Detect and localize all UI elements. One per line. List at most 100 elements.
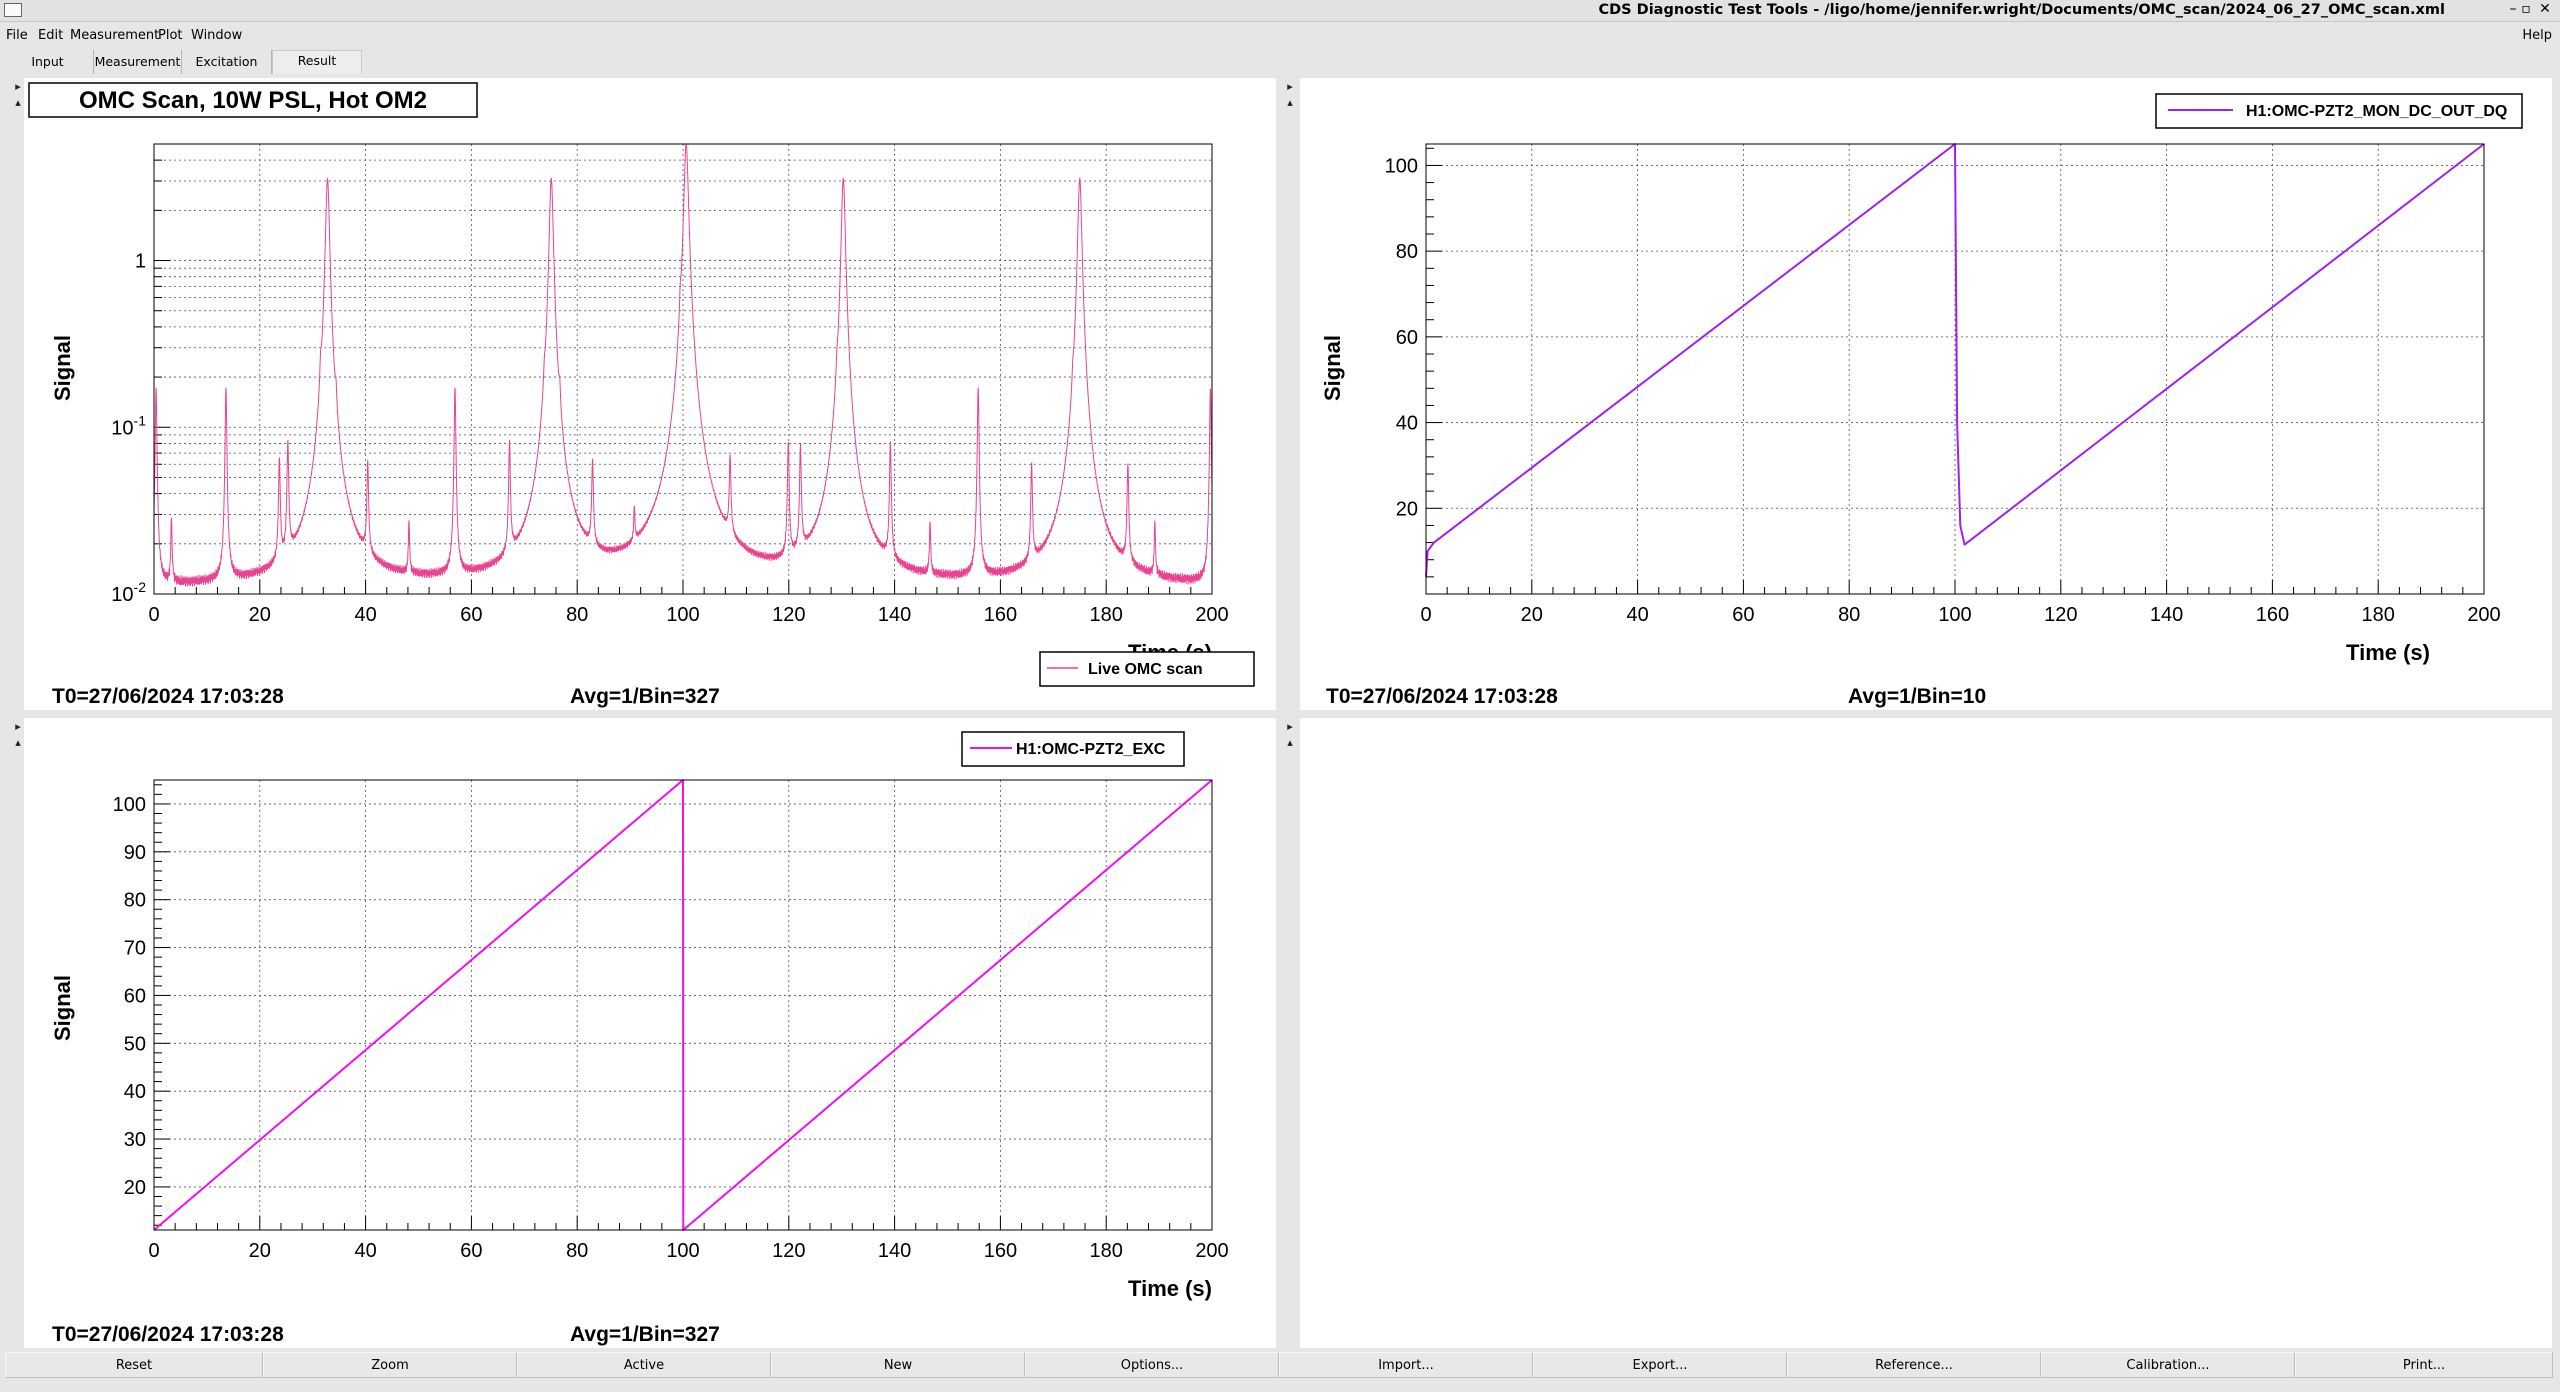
x-tick-label: 80 xyxy=(1838,604,1860,626)
new-button[interactable]: New xyxy=(771,1352,1025,1378)
legend-label: H1:OMC-PZT2_MON_DC_OUT_DQ xyxy=(2246,103,2507,120)
tab-excitation[interactable]: Excitation xyxy=(182,50,272,74)
status-bar xyxy=(0,1380,2560,1392)
y-axis-label: Signal xyxy=(1320,335,1345,401)
x-tick-label: 200 xyxy=(2467,604,2500,626)
zoom-button[interactable]: Zoom xyxy=(263,1352,517,1378)
options-button[interactable]: Options... xyxy=(1025,1352,1279,1378)
x-tick-label: 0 xyxy=(148,1240,159,1262)
x-tick-label: 60 xyxy=(460,604,482,626)
window-titlebar: CDS Diagnostic Test Tools - /ligo/home/j… xyxy=(0,0,2560,22)
menu-plot[interactable]: Plot xyxy=(158,28,183,43)
y-tick-label: 40 xyxy=(124,1081,146,1103)
x-tick-label: 60 xyxy=(1732,604,1754,626)
y-tick-label: 80 xyxy=(124,890,146,912)
y-tick-label: 90 xyxy=(124,842,146,864)
maximize-icon[interactable]: ▫ xyxy=(2518,1,2534,17)
y-tick-label: 50 xyxy=(124,1033,146,1055)
calibration-button[interactable]: Calibration... xyxy=(2041,1352,2295,1378)
x-tick-label: 120 xyxy=(2044,604,2077,626)
y-tick-label: 40 xyxy=(1396,413,1418,435)
panel-scroll-down-arrow-icon[interactable]: ▴ xyxy=(1284,736,1296,749)
x-tick-label: 180 xyxy=(1090,1240,1123,1262)
panel-scroll-up-arrow-icon[interactable]: ▸ xyxy=(1284,720,1296,733)
menu-window[interactable]: Window xyxy=(191,28,242,43)
tab-input[interactable]: Input xyxy=(2,50,94,74)
reset-button[interactable]: Reset xyxy=(5,1352,263,1378)
x-tick-label: 100 xyxy=(666,604,699,626)
y-tick-label: 100 xyxy=(1385,155,1418,177)
plot-panel-pzt2-exc[interactable]: 0 20 40 60 80 100 120 140 160 180 200 20 30 40 50 60 70 8… xyxy=(24,718,1276,1348)
pzt2-exc-chart[interactable]: 0 20 40 60 80 100 120 140 160 180 200 20 30 40 50 60 70 8… xyxy=(24,718,1276,1348)
x-tick-label: 60 xyxy=(460,1240,482,1262)
y-tick-label: 20 xyxy=(124,1177,146,1199)
y-axis-label: Signal xyxy=(50,335,75,401)
menu-help[interactable]: Help xyxy=(2522,28,2552,43)
x-tick-label: 140 xyxy=(878,1240,911,1262)
x-tick-label: 180 xyxy=(2362,604,2395,626)
x-tick-label: 140 xyxy=(878,604,911,626)
x-tick-label: 120 xyxy=(772,604,805,626)
pzt2-mon-chart[interactable]: 0 20 40 60 80 100 120 140 160 180 200 20 40 60 80 100 T… xyxy=(1300,78,2552,710)
y-tick-label: 60 xyxy=(124,985,146,1007)
window-title: CDS Diagnostic Test Tools - /ligo/home/j… xyxy=(1598,2,2445,18)
x-tick-label: 80 xyxy=(566,604,588,626)
close-icon[interactable]: ✕ xyxy=(2537,1,2553,17)
x-tick-label: 80 xyxy=(566,1240,588,1262)
avg-label: Avg=1/Bin=327 xyxy=(570,685,720,708)
y-tick-label: 60 xyxy=(1396,327,1418,349)
print-button[interactable]: Print... xyxy=(2295,1352,2553,1378)
x-axis-label: Time (s) xyxy=(2346,640,2430,665)
y-tick-label: 100 xyxy=(113,794,146,816)
x-tick-label: 40 xyxy=(1626,604,1648,626)
tab-measurement[interactable]: Measurement xyxy=(94,50,182,74)
menu-measurement[interactable]: Measurement xyxy=(70,28,159,43)
t0-label: T0=27/06/2024 17:03:28 xyxy=(52,685,284,708)
x-tick-label: 40 xyxy=(354,604,376,626)
x-tick-label: 160 xyxy=(984,604,1017,626)
tab-result[interactable]: Result xyxy=(272,50,362,74)
x-tick-label: 120 xyxy=(772,1240,805,1262)
x-tick-label: 180 xyxy=(1090,604,1123,626)
panel-scroll-up-arrow-icon[interactable]: ▸ xyxy=(1284,80,1296,93)
plot-title: OMC Scan, 10W PSL, Hot OM2 xyxy=(79,87,427,114)
x-tick-label: 20 xyxy=(249,604,271,626)
panel-scroll-up-arrow-icon[interactable]: ▸ xyxy=(12,80,24,93)
plot-panel-empty[interactable] xyxy=(1300,718,2552,1348)
t0-label: T0=27/06/2024 17:03:28 xyxy=(52,1323,284,1346)
y-tick-label: 70 xyxy=(124,938,146,960)
x-axis-label: Time (s) xyxy=(1128,1276,1212,1301)
x-tick-label: 20 xyxy=(1521,604,1543,626)
panel-scroll-down-arrow-icon[interactable]: ▴ xyxy=(12,736,24,749)
menu-edit[interactable]: Edit xyxy=(38,28,63,43)
avg-label: Avg=1/Bin=10 xyxy=(1848,685,1986,708)
plot-panel-omc-scan[interactable]: OMC Scan, 10W PSL, Hot OM2 0 20 40 60 80 100 1… xyxy=(24,78,1276,710)
t0-label: T0=27/06/2024 17:03:28 xyxy=(1326,685,1558,708)
menu-bar: File Edit Measurement Plot Window Help xyxy=(0,23,2560,48)
export-button[interactable]: Export... xyxy=(1533,1352,1787,1378)
y-tick-label: 30 xyxy=(124,1129,146,1151)
omc-scan-chart[interactable]: OMC Scan, 10W PSL, Hot OM2 0 20 40 60 80 100 1… xyxy=(24,78,1276,710)
legend-label: Live OMC scan xyxy=(1088,661,1203,678)
plot-panel-pzt2-mon[interactable]: 0 20 40 60 80 100 120 140 160 180 200 20 40 60 80 100 T… xyxy=(1300,78,2552,710)
y-tick-label: 1 xyxy=(135,251,146,273)
x-tick-label: 100 xyxy=(666,1240,699,1262)
series-line xyxy=(153,779,1213,1231)
x-tick-label: 160 xyxy=(2256,604,2289,626)
x-tick-label: 0 xyxy=(1420,604,1431,626)
x-tick-label: 40 xyxy=(354,1240,376,1262)
x-tick-label: 200 xyxy=(1195,1240,1228,1262)
legend-label: H1:OMC-PZT2_EXC xyxy=(1016,741,1166,758)
panel-scroll-down-arrow-icon[interactable]: ▴ xyxy=(1284,96,1296,109)
x-tick-label: 160 xyxy=(984,1240,1017,1262)
panel-scroll-down-arrow-icon[interactable]: ▴ xyxy=(12,96,24,109)
active-button[interactable]: Active xyxy=(517,1352,771,1378)
menu-file[interactable]: File xyxy=(6,28,28,43)
panel-scroll-up-arrow-icon[interactable]: ▸ xyxy=(12,720,24,733)
import-button[interactable]: Import... xyxy=(1279,1352,1533,1378)
y-tick-label: 20 xyxy=(1396,498,1418,520)
x-tick-label: 200 xyxy=(1195,604,1228,626)
x-tick-label: 20 xyxy=(249,1240,271,1262)
reference-button[interactable]: Reference... xyxy=(1787,1352,2041,1378)
y-tick-label: 80 xyxy=(1396,241,1418,263)
